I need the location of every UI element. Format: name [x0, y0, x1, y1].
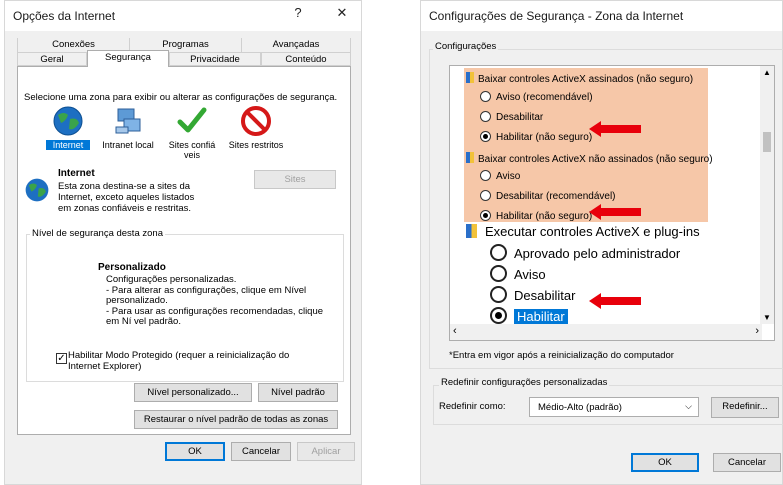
zone-label-internet: Internet [46, 140, 90, 150]
reset-button[interactable]: Redefinir... [711, 397, 779, 418]
option-run-admin-approved[interactable]: Aprovado pelo administrador [490, 244, 680, 261]
reset-level-select-value: Médio-Alto (padrão) [538, 402, 622, 413]
option-unsigned-prompt[interactable]: Aviso [480, 170, 520, 182]
zone-trusted-sites[interactable]: Sites confiá veis [164, 105, 220, 165]
tab-content[interactable]: Conteúdo [261, 52, 351, 66]
window-title: Configurações de Segurança - Zona da Int… [429, 9, 684, 23]
zone-label-restricted-sites: Sites restritos [228, 140, 284, 150]
radio-icon [480, 190, 491, 201]
internet-options-window: Opções da Internet ? ✕ Conexões Programa… [4, 0, 362, 485]
scroll-up-icon[interactable]: ▲ [760, 68, 774, 77]
option-signed-prompt[interactable]: Aviso (recomendável) [480, 91, 593, 103]
radio-icon [490, 286, 507, 303]
reset-all-zones-button[interactable]: Restaurar o nível padrão de todas as zon… [134, 410, 338, 429]
setting-heading-signed-activex: Baixar controles ActiveX assinados (não … [466, 72, 693, 85]
security-tab-panel: Selecione uma zona para exibir ou altera… [17, 66, 351, 435]
title-bar: Configurações de Segurança - Zona da Int… [421, 1, 782, 31]
option-run-enable[interactable]: Habilitar [490, 307, 568, 324]
security-level-group-label: Nível de segurança desta zona [30, 228, 165, 239]
ok-button[interactable]: OK [165, 442, 225, 461]
window-title: Opções da Internet [13, 9, 116, 23]
zone-restricted-sites[interactable]: Sites restritos [224, 105, 288, 155]
reset-as-label: Redefinir como: [439, 401, 506, 412]
setting-heading-run-activex: Executar controles ActiveX e plug-ins [466, 224, 700, 239]
tab-security[interactable]: Segurança [87, 50, 169, 67]
radio-icon [490, 244, 507, 261]
custom-level-title: Personalizado [98, 262, 166, 273]
cancel-button[interactable]: Cancelar [713, 453, 781, 472]
chevron-down-icon: ⌵ [685, 401, 692, 411]
checkmark-icon [177, 107, 207, 133]
apply-button[interactable]: Aplicar [297, 442, 355, 461]
zone-label-local-intranet: Intranet local [102, 140, 154, 150]
radio-icon [490, 307, 507, 324]
zone-prompt: Selecione uma zona para exibir ou altera… [24, 92, 338, 103]
tab-general[interactable]: Geral [17, 52, 87, 66]
option-signed-enable[interactable]: Habilitar (não seguro) [480, 131, 592, 143]
shield-icon [466, 224, 477, 238]
zone-label-trusted-sites: Sites confiá veis [168, 140, 216, 160]
scroll-down-icon[interactable]: ▼ [760, 313, 774, 322]
network-icon [115, 108, 141, 134]
radio-icon [490, 265, 507, 282]
reset-level-select[interactable]: Médio-Alto (padrão) ⌵ [529, 397, 699, 417]
arrow-icon [589, 293, 641, 309]
option-unsigned-disable[interactable]: Desabilitar (recomendável) [480, 190, 616, 202]
help-button[interactable]: ? [287, 5, 309, 20]
option-unsigned-enable[interactable]: Habilitar (não seguro) [480, 210, 592, 222]
cancel-button[interactable]: Cancelar [231, 442, 291, 461]
vertical-scrollbar[interactable]: ▲ ▼ [760, 66, 774, 324]
zone-internet[interactable]: Internet [46, 105, 90, 155]
settings-group-label: Configurações [433, 41, 499, 52]
globe-icon [53, 106, 83, 136]
sites-button[interactable]: Sites [254, 170, 336, 189]
scroll-thumb[interactable] [763, 132, 771, 152]
default-level-button[interactable]: Nível padrão [258, 383, 338, 402]
arrow-icon [589, 121, 641, 137]
zone-local-intranet[interactable]: Intranet local [98, 105, 158, 155]
radio-icon [480, 210, 491, 221]
arrow-icon [589, 204, 641, 220]
reset-group-label: Redefinir configurações personalizadas [439, 377, 610, 388]
custom-level-button[interactable]: Nível personalizado... [134, 383, 252, 402]
radio-icon [480, 170, 491, 181]
tab-advanced[interactable]: Avançadas [241, 38, 351, 52]
radio-icon [480, 91, 491, 102]
selected-option-label: Habilitar [514, 309, 568, 324]
zone-title: Internet [58, 168, 95, 179]
protected-mode-label: Habilitar Modo Protegido (requer a reini… [68, 350, 290, 372]
shield-icon [466, 72, 474, 83]
security-settings-window: Configurações de Segurança - Zona da Int… [420, 0, 783, 485]
custom-line-2: - Para alterar as configurações, clique … [106, 284, 307, 306]
setting-heading-unsigned-activex: Baixar controles ActiveX não assinados (… [466, 152, 713, 165]
no-entry-icon [241, 106, 271, 136]
option-run-disable[interactable]: Desabilitar [490, 286, 575, 303]
tab-privacy[interactable]: Privacidade [169, 52, 261, 66]
horizontal-scrollbar[interactable]: ‹ › [450, 324, 762, 340]
title-bar: Opções da Internet ? ✕ [5, 1, 361, 31]
custom-line-1: Configurações personalizadas. [106, 274, 237, 285]
scroll-right-icon[interactable]: › [755, 325, 759, 337]
option-run-prompt[interactable]: Aviso [490, 265, 546, 282]
zone-description: Esta zona destina-se a sites da Internet… [58, 181, 195, 214]
custom-line-3: - Para usar as configurações recomendada… [106, 305, 324, 327]
restart-note: *Entra em vigor após a reinicialização d… [449, 350, 674, 361]
scroll-left-icon[interactable]: ‹ [453, 325, 457, 337]
custom-level-description: Configurações personalizadas. - Para alt… [98, 274, 336, 328]
close-button[interactable]: ✕ [331, 5, 353, 21]
radio-icon [480, 131, 491, 142]
radio-icon [480, 111, 491, 122]
option-signed-disable[interactable]: Desabilitar [480, 111, 543, 123]
globe-icon [25, 178, 49, 202]
protected-mode-checkbox[interactable]: ✓ [56, 353, 67, 364]
shield-icon [466, 152, 474, 163]
ok-button[interactable]: OK [631, 453, 699, 472]
